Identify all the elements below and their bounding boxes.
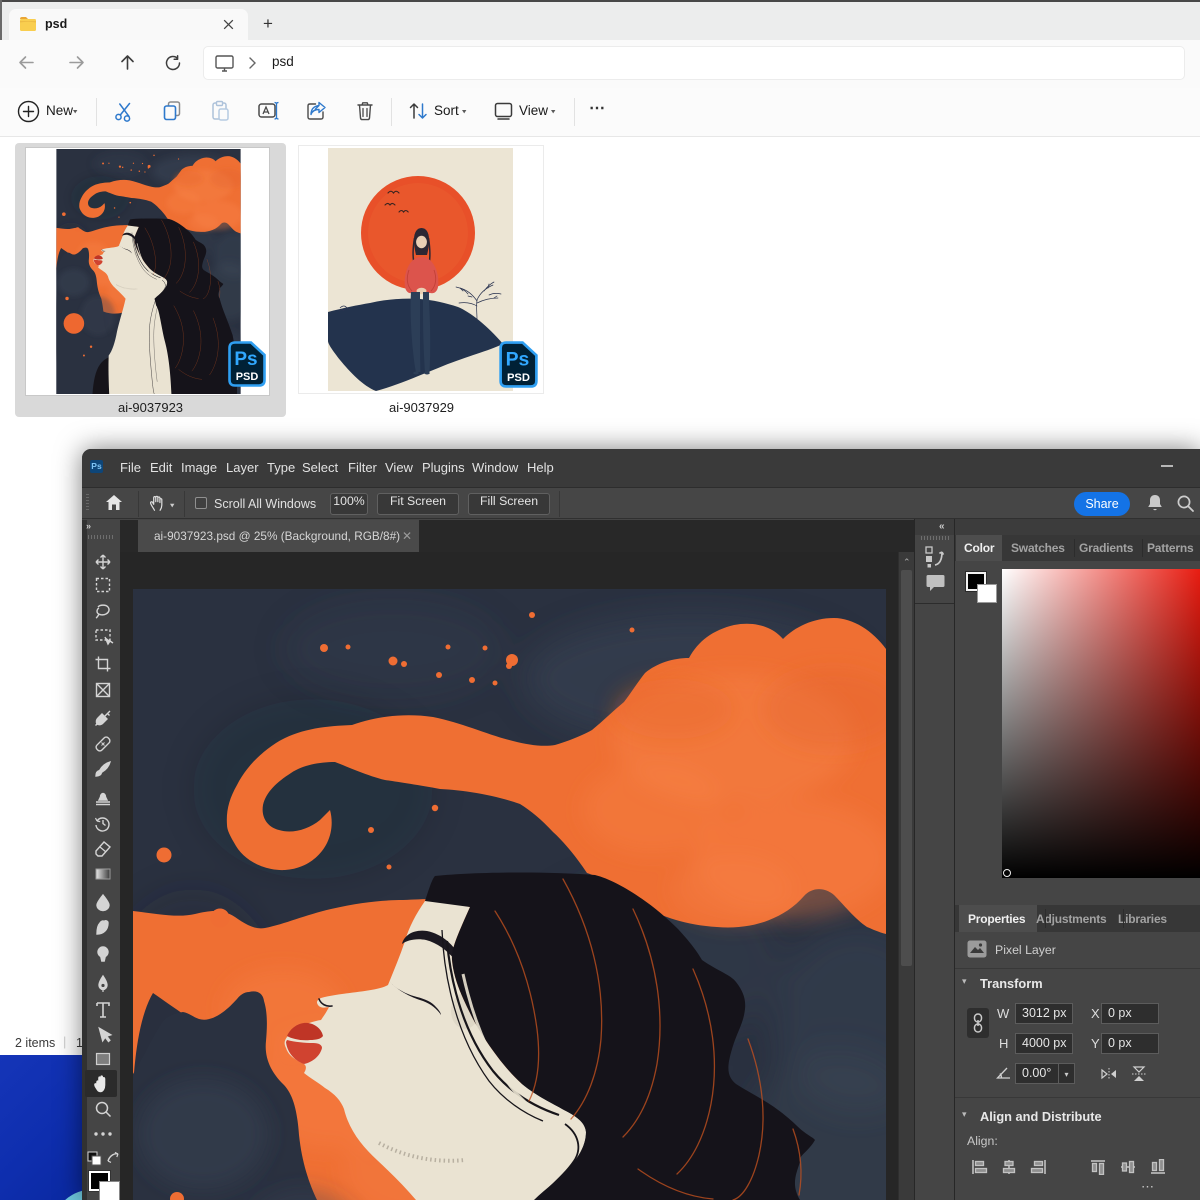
svg-text:Ps: Ps: [506, 349, 530, 371]
svg-text:PSD: PSD: [236, 371, 259, 383]
svg-text:Ps: Ps: [234, 349, 257, 370]
svg-text:PSD: PSD: [507, 372, 530, 384]
